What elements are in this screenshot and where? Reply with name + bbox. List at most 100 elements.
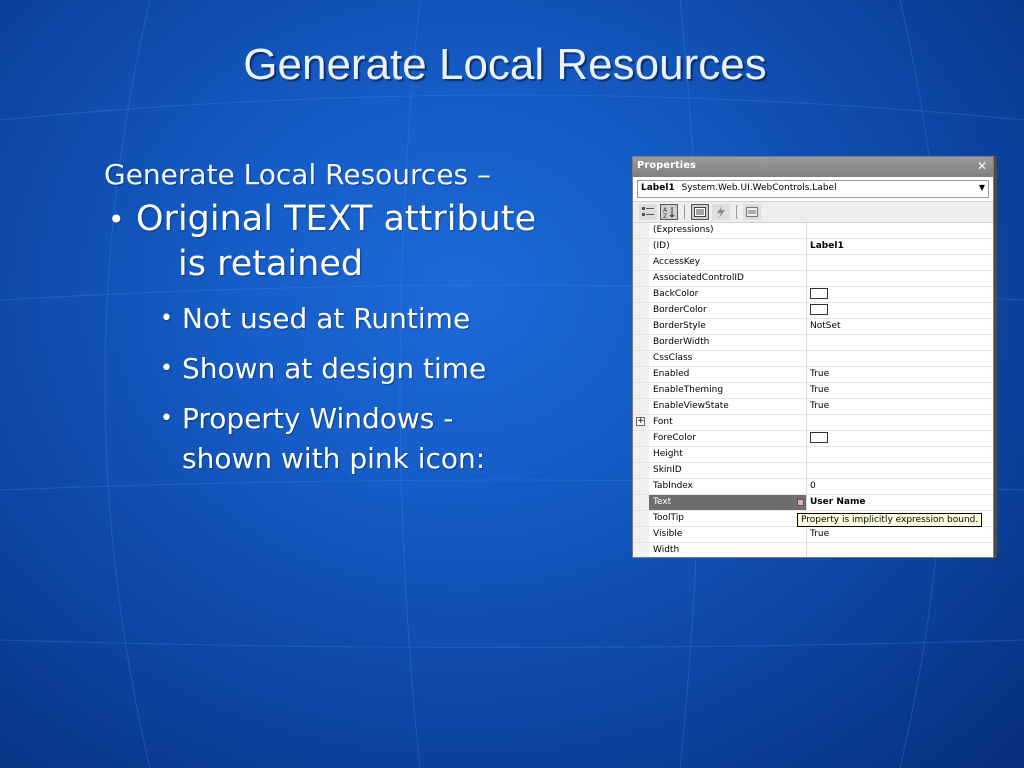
property-row-enableviewstate[interactable]: EnableViewState True: [633, 399, 993, 415]
property-pages-icon[interactable]: [743, 204, 761, 220]
property-name: Visible: [649, 527, 807, 542]
property-name: ToolTip: [649, 511, 807, 526]
property-row-accesskey[interactable]: AccessKey: [633, 255, 993, 271]
property-name: BackColor: [649, 287, 807, 302]
property-value[interactable]: True: [807, 383, 993, 398]
property-row-enabletheming[interactable]: EnableTheming True: [633, 383, 993, 399]
property-value[interactable]: True: [807, 399, 993, 414]
property-row-tabindex[interactable]: TabIndex 0: [633, 479, 993, 495]
property-row-cssclass[interactable]: CssClass: [633, 351, 993, 367]
slide-title: Generate Local Resources: [243, 40, 767, 89]
property-name: Enabled: [649, 367, 807, 382]
properties-titlebar[interactable]: Properties ✕: [633, 157, 993, 177]
property-name: Height: [649, 447, 807, 462]
categorized-icon[interactable]: [639, 204, 657, 220]
sub-bullet-text: Not used at Runtime: [182, 302, 471, 335]
property-value[interactable]: [807, 463, 993, 478]
expression-bound-tooltip: Property is implicitly expression bound.: [797, 513, 983, 527]
color-swatch: [810, 432, 828, 443]
property-value[interactable]: [807, 335, 993, 350]
object-type: System.Web.UI.WebControls.Label: [681, 183, 837, 193]
toolbar-separator: [684, 205, 685, 219]
property-row-font[interactable]: + Font: [633, 415, 993, 431]
sub-bullet-text: shown with pink icon:: [182, 442, 486, 475]
bullet-dot: •: [160, 406, 173, 431]
color-swatch: [810, 304, 828, 315]
property-name: ForeColor: [649, 431, 807, 446]
property-row-bordercolor[interactable]: BorderColor: [633, 303, 993, 319]
property-row-associatedcontrolid[interactable]: AssociatedControlID: [633, 271, 993, 287]
color-swatch: [810, 288, 828, 299]
object-selector-dropdown[interactable]: Label1 System.Web.UI.WebControls.Label ▼: [637, 180, 989, 198]
property-value[interactable]: [807, 351, 993, 366]
property-value[interactable]: 0: [807, 479, 993, 494]
expression-bound-pink-icon[interactable]: [797, 499, 804, 506]
property-row-expressions[interactable]: (Expressions): [633, 223, 993, 239]
property-name: AccessKey: [649, 255, 807, 270]
property-row-backcolor[interactable]: BackColor: [633, 287, 993, 303]
property-name: Width: [649, 543, 807, 557]
property-value[interactable]: Label1: [807, 239, 993, 254]
property-row-enabled[interactable]: Enabled True: [633, 367, 993, 383]
property-value[interactable]: True: [807, 527, 993, 542]
property-name: BorderColor: [649, 303, 807, 318]
events-icon[interactable]: [712, 204, 730, 220]
property-value[interactable]: [807, 447, 993, 462]
property-row-height[interactable]: Height: [633, 447, 993, 463]
property-name: Font: [649, 415, 807, 430]
bullet1-line1: Original TEXT attribute: [136, 199, 537, 239]
property-name: SkinID: [649, 463, 807, 478]
close-icon[interactable]: ✕: [977, 159, 987, 173]
property-value[interactable]: [807, 415, 993, 430]
property-value[interactable]: User Name: [807, 495, 993, 510]
alphabetical-icon[interactable]: AZ: [660, 204, 678, 220]
property-name: BorderWidth: [649, 335, 807, 350]
property-name: BorderStyle: [649, 319, 807, 334]
property-value[interactable]: [807, 255, 993, 270]
expand-plus-icon[interactable]: +: [636, 417, 645, 426]
sub-bullet-text: Shown at design time: [182, 352, 487, 385]
property-row-visible[interactable]: Visible True: [633, 527, 993, 543]
property-value[interactable]: [807, 223, 993, 238]
sub-bullet: • Property Windows - shown with pink ico…: [160, 399, 604, 479]
property-value[interactable]: True: [807, 367, 993, 382]
property-grid: (Expressions) (ID) Label1 AccessKey Asso…: [633, 223, 993, 557]
property-name: EnableTheming: [649, 383, 807, 398]
property-value[interactable]: [807, 303, 993, 318]
bullet-dot: •: [160, 306, 173, 331]
sub-bullet: • Not used at Runtime: [160, 299, 604, 339]
property-value[interactable]: [807, 431, 993, 446]
properties-icon[interactable]: [691, 204, 709, 220]
property-row-id[interactable]: (ID) Label1: [633, 239, 993, 255]
lead-text: Generate Local Resources –: [104, 158, 492, 191]
bullet-dot: •: [160, 356, 173, 381]
property-name: CssClass: [649, 351, 807, 366]
property-value[interactable]: [807, 271, 993, 286]
bullet1-line2: is retained: [178, 244, 364, 284]
object-name: Label1: [641, 183, 675, 193]
property-row-width[interactable]: Width: [633, 543, 993, 557]
bullet-original-text: • Original TEXT attribute is retained: [104, 197, 604, 287]
property-name: AssociatedControlID: [649, 271, 807, 286]
toolbar-separator: [736, 205, 737, 219]
property-name: TabIndex: [649, 479, 807, 494]
slide-body: Generate Local Resources – • Original TE…: [104, 158, 604, 489]
property-row-borderstyle[interactable]: BorderStyle NotSet: [633, 319, 993, 335]
sub-bullet-text: Property Windows -: [182, 402, 454, 435]
sub-bullet-list: • Not used at Runtime • Shown at design …: [160, 299, 604, 479]
property-row-skinid[interactable]: SkinID: [633, 463, 993, 479]
properties-window: Properties ✕ Label1 System.Web.UI.WebCon…: [632, 156, 994, 558]
property-row-borderwidth[interactable]: BorderWidth: [633, 335, 993, 351]
property-value[interactable]: NotSet: [807, 319, 993, 334]
property-name: (Expressions): [649, 223, 807, 238]
property-name: EnableViewState: [649, 399, 807, 414]
property-value[interactable]: [807, 543, 993, 557]
sub-bullet: • Shown at design time: [160, 349, 604, 389]
bullet-dot: •: [108, 203, 125, 236]
property-row-text[interactable]: Text User Name: [633, 495, 993, 511]
chevron-down-icon[interactable]: ▼: [979, 183, 985, 192]
property-name-selected: Text: [649, 495, 807, 510]
property-value[interactable]: [807, 287, 993, 302]
property-row-forecolor[interactable]: ForeColor: [633, 431, 993, 447]
properties-toolbar: AZ: [633, 201, 993, 223]
